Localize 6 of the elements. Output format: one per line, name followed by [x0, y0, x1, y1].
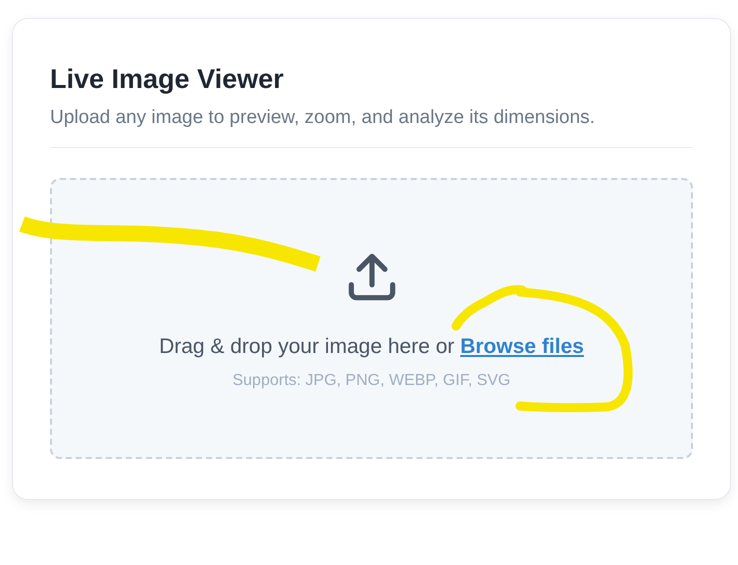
card-title: Live Image Viewer: [50, 63, 285, 96]
card-subtitle: Upload any image to preview, zoom, and analyze its dimensions.: [50, 106, 596, 130]
browse-files-link[interactable]: Browse files: [460, 335, 584, 358]
supported-formats: Supports: JPG, PNG, WEBP, GIF, SVG: [232, 371, 510, 391]
drop-zone[interactable]: Drag & drop your image here or Browse files Supports: JPG, PNG, WEBP, GIF, SVG: [50, 178, 693, 459]
drop-prompt: Drag & drop your image here or: [159, 335, 454, 358]
